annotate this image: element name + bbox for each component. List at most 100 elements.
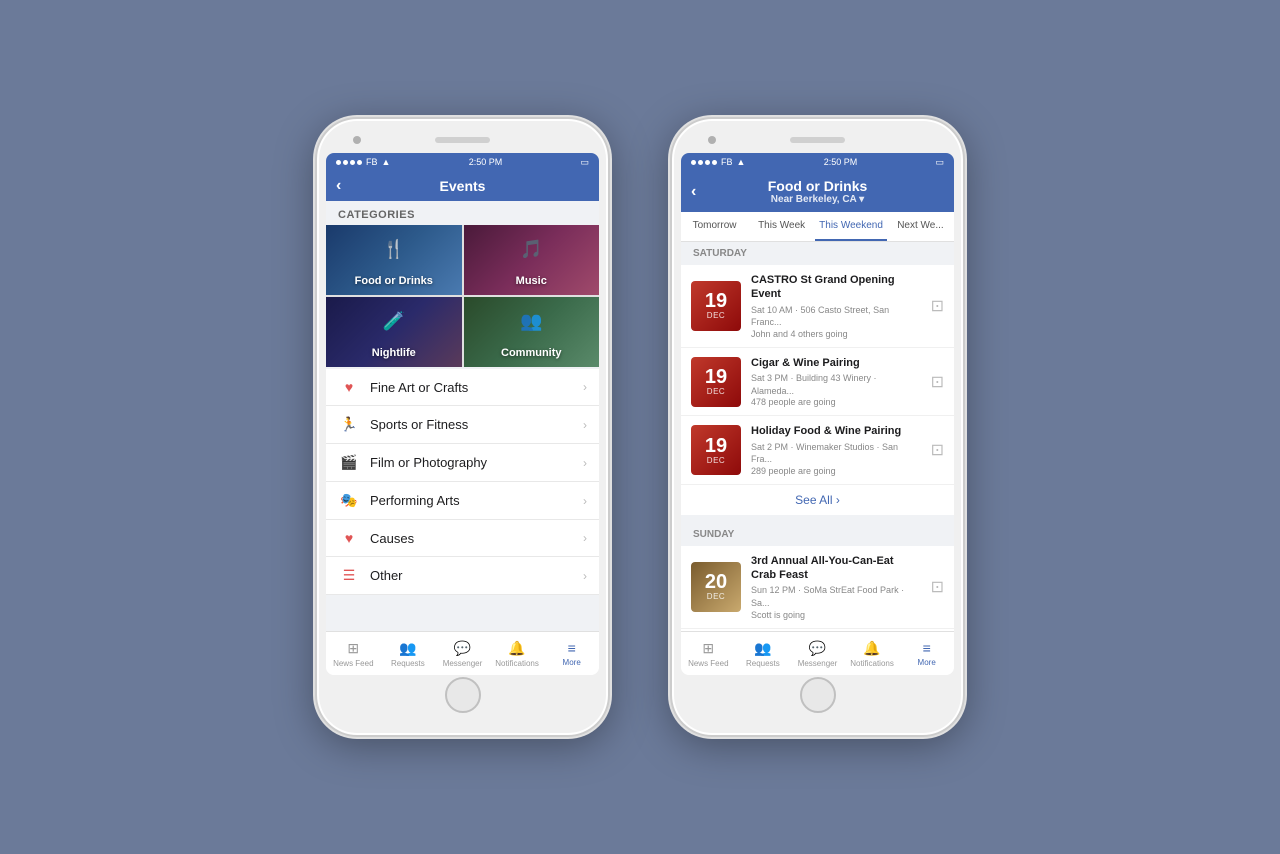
tab-thisweek[interactable]: This Week	[748, 212, 815, 241]
cat-item-other[interactable]: ☰ Other ›	[326, 557, 599, 595]
scene: FB ▲ 2:50 PM ▭ ‹ Events Categories 🍴	[275, 77, 1005, 777]
saturday-header: Saturday	[681, 242, 954, 265]
cat-tile-nightlife[interactable]: 🧪 Nightlife	[326, 297, 462, 367]
categories-label: Categories	[326, 201, 599, 225]
status-bar-right: FB ▲ 2:50 PM ▭	[681, 153, 954, 171]
event-going-crab: Scott is going	[751, 610, 921, 620]
event-detail-crab: Sun 12 PM · SoMa StrEat Food Park · Sa..…	[751, 584, 921, 609]
back-button-left[interactable]: ‹	[336, 177, 341, 195]
save-event-holiday[interactable]: ⊡	[931, 440, 944, 460]
front-camera-right	[708, 136, 716, 144]
nightlife-icon: 🧪	[326, 311, 462, 332]
notifications-icon-left: 🔔	[508, 640, 525, 657]
wifi-icon-right: ▲	[737, 157, 746, 167]
event-date-num-holiday: 19	[705, 436, 727, 456]
page-subtitle-right: Near Berkeley, CA ▾	[768, 194, 868, 205]
save-event-castro[interactable]: ⊡	[931, 296, 944, 316]
event-cigar[interactable]: 19 DEC Cigar & Wine Pairing Sat 3 PM · B…	[681, 348, 954, 416]
nav-header-left: ‹ Events	[326, 171, 599, 201]
event-crab[interactable]: 20 DEC 3rd Annual All-You-Can-Eat Crab F…	[681, 546, 954, 629]
event-date-num-castro: 19	[705, 291, 727, 311]
food-icon: 🍴	[326, 239, 462, 260]
page-title-right: Food or Drinks	[768, 178, 868, 194]
tab-messenger-left[interactable]: 💬 Messenger	[435, 632, 490, 675]
event-castro[interactable]: 19 DEC CASTRO St Grand Opening Event Sat…	[681, 265, 954, 348]
tab-requests-right[interactable]: 👥 Requests	[736, 632, 791, 675]
tab-notifications-right[interactable]: 🔔 Notifications	[845, 632, 900, 675]
cat-tile-food[interactable]: 🍴 Food or Drinks	[326, 225, 462, 295]
tab-nextweek[interactable]: Next We...	[887, 212, 954, 241]
tab-newsfeed-right[interactable]: ⊞ News Feed	[681, 632, 736, 675]
tab-requests-left[interactable]: 👥 Requests	[381, 632, 436, 675]
save-event-cigar[interactable]: ⊡	[931, 372, 944, 392]
back-button-right[interactable]: ‹	[691, 183, 696, 201]
event-going-cigar: 478 people are going	[751, 397, 921, 407]
cat-item-fineart[interactable]: ♥ Fine Art or Crafts ›	[326, 369, 599, 406]
battery-icon-right: ▭	[935, 157, 944, 168]
chevron-icon-film: ›	[583, 456, 587, 470]
speaker-right	[790, 137, 845, 143]
messenger-label-left: Messenger	[443, 659, 483, 668]
cat-item-film[interactable]: 🎬 Film or Photography ›	[326, 444, 599, 482]
tab-thisweekend[interactable]: This Weekend	[815, 212, 887, 241]
home-button-right[interactable]	[800, 677, 836, 713]
event-going-holiday: 289 people are going	[751, 466, 921, 476]
cat-item-causes[interactable]: ♥ Causes ›	[326, 520, 599, 557]
other-icon: ☰	[338, 567, 360, 584]
bottom-tab-bar-left: ⊞ News Feed 👥 Requests 💬 Messenger 🔔 Not…	[326, 631, 599, 675]
wifi-icon-left: ▲	[382, 157, 391, 167]
screen-left: FB ▲ 2:50 PM ▭ ‹ Events Categories 🍴	[326, 153, 599, 675]
more-icon-right: ≡	[923, 640, 931, 656]
tab-more-left[interactable]: ≡ More	[544, 632, 599, 675]
time-right: 2:50 PM	[824, 157, 858, 167]
screen-content-right: Saturday 19 DEC CASTRO St Grand Opening …	[681, 242, 954, 631]
event-title-castro: CASTRO St Grand Opening Event	[751, 273, 921, 302]
see-all-button[interactable]: See All ›	[681, 485, 954, 523]
notifications-label-left: Notifications	[495, 659, 539, 668]
tab-messenger-right[interactable]: 💬 Messenger	[790, 632, 845, 675]
cat-label-community: Community	[464, 347, 600, 359]
screen-right: FB ▲ 2:50 PM ▭ ‹ Food or Drinks Near Ber…	[681, 153, 954, 675]
event-going-castro: John and 4 others going	[751, 329, 921, 339]
battery-icon-left: ▭	[580, 157, 589, 168]
carrier-left: FB	[366, 157, 378, 167]
event-detail-castro: Sat 10 AM · 506 Casto Street, San Franc.…	[751, 304, 921, 329]
tab-more-right[interactable]: ≡ More	[899, 632, 954, 675]
cat-item-sports[interactable]: 🏃 Sports or Fitness ›	[326, 406, 599, 444]
requests-label-left: Requests	[391, 659, 425, 668]
home-button-left[interactable]	[445, 677, 481, 713]
carrier-right: FB	[721, 157, 733, 167]
music-icon: 🎵	[464, 239, 600, 260]
save-event-crab[interactable]: ⊡	[931, 577, 944, 597]
event-holiday[interactable]: 19 DEC Holiday Food & Wine Pairing Sat 2…	[681, 416, 954, 484]
tab-notifications-left[interactable]: 🔔 Notifications	[490, 632, 545, 675]
phone-top-bar-left	[323, 131, 602, 149]
event-date-num-crab: 20	[705, 572, 727, 592]
cat-item-performing[interactable]: 🎭 Performing Arts ›	[326, 482, 599, 520]
event-title-cigar: Cigar & Wine Pairing	[751, 356, 921, 370]
cat-tile-community[interactable]: 👥 Community	[464, 297, 600, 367]
tab-newsfeed-left[interactable]: ⊞ News Feed	[326, 632, 381, 675]
newsfeed-label-right: News Feed	[688, 659, 728, 668]
newsfeed-label-left: News Feed	[333, 659, 373, 668]
event-thumb-crab: 20 DEC	[691, 562, 741, 612]
speaker-left	[435, 137, 490, 143]
more-icon-left: ≡	[568, 640, 576, 656]
tab-tomorrow[interactable]: Tomorrow	[681, 212, 748, 241]
requests-icon-left: 👥	[399, 640, 416, 657]
tabs-row-right: Tomorrow This Week This Weekend Next We.…	[681, 212, 954, 242]
sunday-header: Sunday	[681, 523, 954, 546]
event-date-month-cigar: DEC	[707, 387, 725, 396]
messenger-label-right: Messenger	[798, 659, 838, 668]
chevron-icon-performing: ›	[583, 494, 587, 508]
status-bar-left: FB ▲ 2:50 PM ▭	[326, 153, 599, 171]
event-title-crab: 3rd Annual All-You-Can-Eat Crab Feast	[751, 554, 921, 583]
event-date-month-castro: DEC	[707, 311, 725, 320]
cat-tile-music[interactable]: 🎵 Music	[464, 225, 600, 295]
cat-label-performing: Performing Arts	[370, 493, 583, 508]
nav-header-right: ‹ Food or Drinks Near Berkeley, CA ▾	[681, 171, 954, 212]
cat-label-food: Food or Drinks	[326, 275, 462, 287]
newsfeed-icon-left: ⊞	[347, 640, 359, 657]
phone-top-bar-right	[678, 131, 957, 149]
event-thumb-cigar: 19 DEC	[691, 357, 741, 407]
